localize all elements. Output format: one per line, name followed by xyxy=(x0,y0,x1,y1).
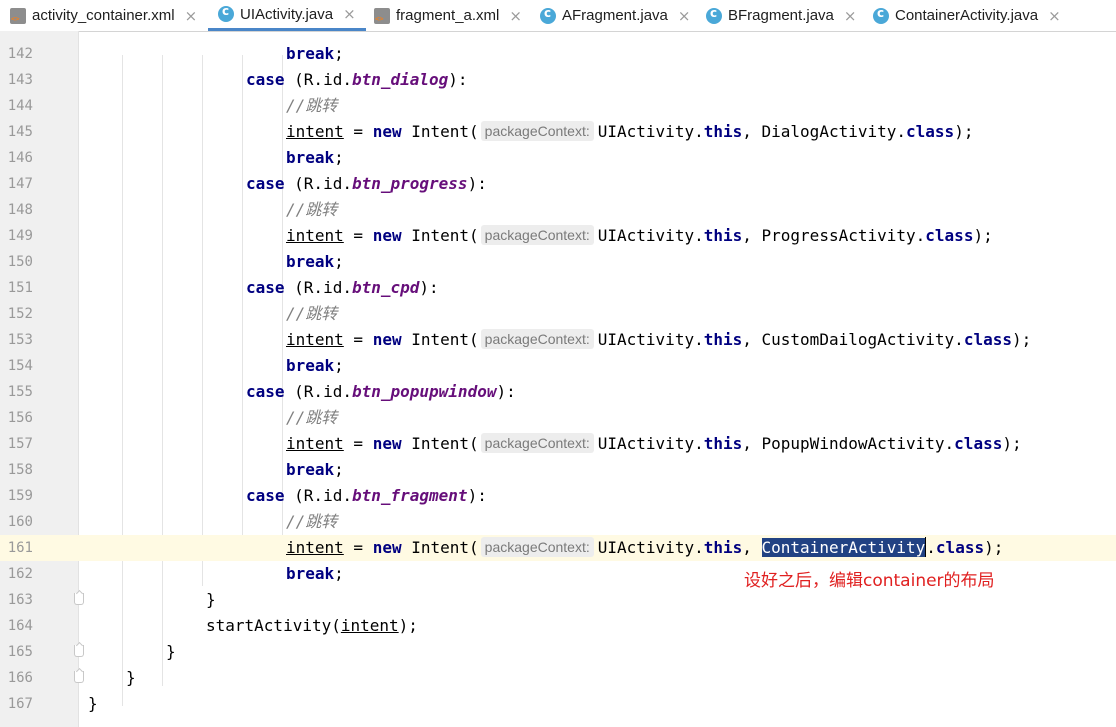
parameter-hint: packageContext: xyxy=(480,121,594,141)
line-number: 167 xyxy=(7,696,33,712)
code-line[interactable]: 147 case (R.id.btn_progress): xyxy=(0,171,1116,197)
code-text[interactable]: startActivity(intent); xyxy=(206,613,418,639)
fold-marker-icon[interactable] xyxy=(74,645,84,657)
line-number: 160 xyxy=(7,514,33,530)
code-text[interactable]: case (R.id.btn_progress): xyxy=(246,171,487,197)
code-text[interactable]: break; xyxy=(286,249,344,275)
line-number: 165 xyxy=(7,644,33,660)
parameter-hint: packageContext: xyxy=(480,433,594,453)
code-text[interactable]: intent = new Intent(packageContext: UIAct… xyxy=(286,327,1031,353)
code-text[interactable]: case (R.id.btn_cpd): xyxy=(246,275,439,301)
line-number: 150 xyxy=(7,254,33,270)
line-number: 164 xyxy=(7,618,33,634)
code-text[interactable]: break; xyxy=(286,353,344,379)
line-number: 143 xyxy=(7,72,33,88)
line-number: 153 xyxy=(7,332,33,348)
line-number: 166 xyxy=(7,670,33,686)
code-line[interactable]: 164 startActivity(intent); xyxy=(0,613,1116,639)
fold-marker-icon[interactable] xyxy=(74,593,84,605)
code-line[interactable]: 151 case (R.id.btn_cpd): xyxy=(0,275,1116,301)
code-text[interactable]: } xyxy=(126,665,136,691)
line-number: 159 xyxy=(7,488,33,504)
code-line[interactable]: 152 //跳转 xyxy=(0,301,1116,327)
code-line[interactable]: 146 break; xyxy=(0,145,1116,171)
code-line[interactable]: 167} xyxy=(0,691,1116,717)
line-number: 155 xyxy=(7,384,33,400)
code-text[interactable]: break; xyxy=(286,41,344,67)
code-text[interactable]: intent = new Intent(packageContext: UIAct… xyxy=(286,535,1003,561)
parameter-hint: packageContext: xyxy=(480,537,594,557)
parameter-hint: packageContext: xyxy=(480,329,594,349)
line-number: 154 xyxy=(7,358,33,374)
code-line[interactable]: 157 intent = new Intent(packageContext: UI… xyxy=(0,431,1116,457)
code-text[interactable]: } xyxy=(88,691,98,717)
code-text[interactable]: //跳转 xyxy=(286,509,337,535)
code-text[interactable]: //跳转 xyxy=(286,197,337,223)
line-number: 156 xyxy=(7,410,33,426)
parameter-hint: packageContext: xyxy=(480,225,594,245)
line-number: 149 xyxy=(7,228,33,244)
code-line[interactable]: 148 //跳转 xyxy=(0,197,1116,223)
line-number: 145 xyxy=(7,124,33,140)
code-text[interactable]: break; xyxy=(286,145,344,171)
code-line[interactable]: 161 intent = new Intent(packageContext: UI… xyxy=(0,535,1116,561)
line-number: 151 xyxy=(7,280,33,296)
code-text[interactable]: intent = new Intent(packageContext: UIAct… xyxy=(286,223,993,249)
code-line[interactable]: 154 break; xyxy=(0,353,1116,379)
code-line[interactable]: 166} xyxy=(0,665,1116,691)
code-text[interactable]: } xyxy=(206,587,216,613)
line-number: 144 xyxy=(7,98,33,114)
code-text[interactable]: case (R.id.btn_dialog): xyxy=(246,67,468,93)
line-number: 162 xyxy=(7,566,33,582)
code-line[interactable]: 149 intent = new Intent(packageContext: UI… xyxy=(0,223,1116,249)
code-line[interactable]: 142 break; xyxy=(0,41,1116,67)
code-text[interactable]: //跳转 xyxy=(286,405,337,431)
code-line[interactable]: 160 //跳转 xyxy=(0,509,1116,535)
code-line[interactable]: 159 case (R.id.btn_fragment): xyxy=(0,483,1116,509)
line-number: 142 xyxy=(7,46,33,62)
code-text[interactable]: //跳转 xyxy=(286,301,337,327)
line-number: 158 xyxy=(7,462,33,478)
code-line[interactable]: 143 case (R.id.btn_dialog): xyxy=(0,67,1116,93)
line-number: 152 xyxy=(7,306,33,322)
line-number: 161 xyxy=(7,540,33,556)
code-text[interactable]: case (R.id.btn_popupwindow): xyxy=(246,379,516,405)
code-line-partial xyxy=(0,15,1116,31)
code-line[interactable]: 153 intent = new Intent(packageContext: UI… xyxy=(0,327,1116,353)
code-text[interactable]: case (R.id.btn_fragment): xyxy=(246,483,487,509)
code-text[interactable]: intent = new Intent(packageContext: UIAct… xyxy=(286,431,1022,457)
code-line[interactable]: 145 intent = new Intent(packageContext: UI… xyxy=(0,119,1116,145)
line-number: 146 xyxy=(7,150,33,166)
selected-text[interactable]: ContainerActivity xyxy=(761,538,926,557)
code-text[interactable]: break; xyxy=(286,457,344,483)
annotation-note: 设好之后，编辑container的布局 xyxy=(744,571,995,591)
fold-marker-icon[interactable] xyxy=(74,671,84,683)
text-cursor xyxy=(925,537,927,557)
code-text[interactable]: //跳转 xyxy=(286,93,337,119)
code-text[interactable]: break; xyxy=(286,561,344,587)
code-line[interactable]: 155 case (R.id.btn_popupwindow): xyxy=(0,379,1116,405)
code-line[interactable]: 150 break; xyxy=(0,249,1116,275)
code-line[interactable]: 156 //跳转 xyxy=(0,405,1116,431)
line-number: 148 xyxy=(7,202,33,218)
code-line[interactable]: 144 //跳转 xyxy=(0,93,1116,119)
code-line[interactable]: 158 break; xyxy=(0,457,1116,483)
line-number: 157 xyxy=(7,436,33,452)
code-line[interactable]: 165} xyxy=(0,639,1116,665)
line-number: 163 xyxy=(7,592,33,608)
code-text[interactable]: intent = new Intent(packageContext: UIAct… xyxy=(286,119,973,145)
line-number: 147 xyxy=(7,176,33,192)
code-text[interactable]: } xyxy=(166,639,176,665)
